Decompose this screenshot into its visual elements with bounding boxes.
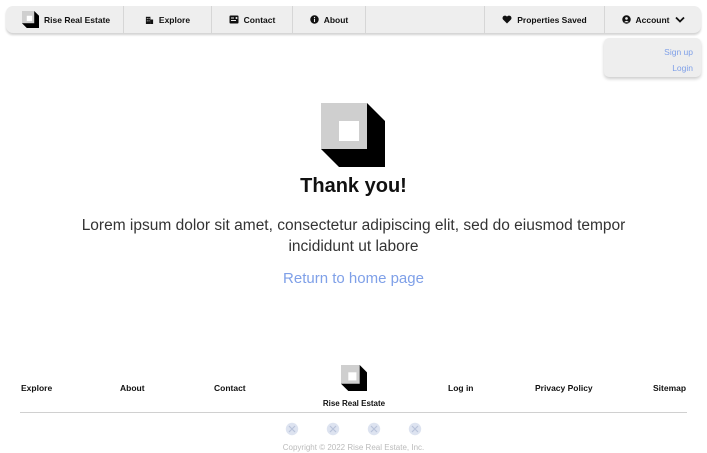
footer-sitemap-link[interactable]: Sitemap [653,383,686,393]
account-dropdown: Sign up Login [604,38,701,77]
contact-card-icon [229,15,239,24]
footer-explore-link[interactable]: Explore [21,383,52,393]
building-icon [145,16,154,24]
nav-saved-label: Properties Saved [517,14,587,25]
login-link[interactable]: Login [604,60,693,76]
nav-contact-label: Contact [243,14,276,25]
nav-about-label: About [323,14,349,25]
signup-link[interactable]: Sign up [604,44,693,60]
page-description: Lorem ipsum dolor sit amet, consectetur … [81,217,626,255]
user-circle-icon [621,15,631,24]
nav-spacer [366,6,485,33]
footer-login-link[interactable]: Log in [448,383,474,393]
social-links [0,422,707,436]
footer-contact-link[interactable]: Contact [214,383,246,393]
chevron-down-icon [674,16,685,23]
heart-icon [502,15,512,24]
nav-contact[interactable]: Contact [212,6,293,33]
nav-about[interactable]: About [293,6,366,33]
brand-logo [321,103,385,167]
nav-account-label: Account [635,14,670,25]
logo-icon [22,11,39,28]
nav-account[interactable]: Account [605,6,701,33]
nav-explore-label: Explore [158,14,191,25]
footer-privacy-link[interactable]: Privacy Policy [535,383,593,393]
brand-link[interactable]: Rise Real Estate [6,6,124,33]
footer-about-link[interactable]: About [120,383,145,393]
nav-properties-saved[interactable]: Properties Saved [485,6,605,33]
social-icon[interactable] [326,422,340,436]
footer-brand[interactable]: Rise Real Estate [313,365,395,408]
top-navbar: Rise Real Estate Explore Contact About P… [6,6,701,33]
social-icon[interactable] [285,422,299,436]
footer-brand-name: Rise Real Estate [322,399,386,408]
nav-explore[interactable]: Explore [124,6,212,33]
info-icon [309,15,319,24]
social-icon[interactable] [408,422,422,436]
return-home-link[interactable]: Return to home page [0,270,707,287]
copyright-text: Copyright © 2022 Rise Real Estate, Inc. [282,443,425,452]
page-title: Thank you! [300,175,407,197]
social-icon[interactable] [367,422,381,436]
footer-divider [20,412,687,413]
brand-name: Rise Real Estate [44,14,111,25]
footer-logo-icon [341,365,367,391]
